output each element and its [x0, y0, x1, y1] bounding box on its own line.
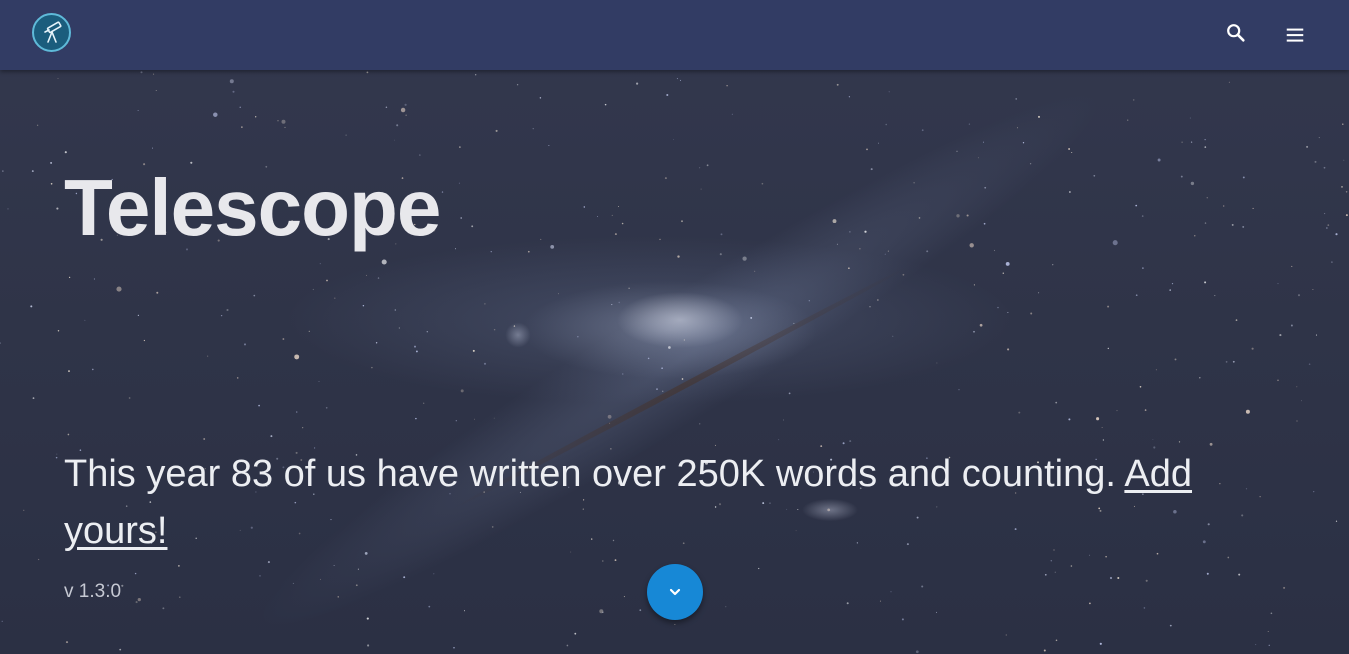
telescope-icon[interactable]: [32, 13, 71, 52]
version-label: v 1.3.0: [64, 581, 122, 602]
tagline-text: This year 83 of us have written over 250…: [64, 453, 1125, 495]
hero-tagline: This year 83 of us have written over 250…: [64, 446, 1294, 560]
page-title: Telescope: [64, 163, 441, 252]
top-app-bar: [0, 0, 1349, 70]
menu-icon[interactable]: [1279, 19, 1311, 51]
search-icon[interactable]: [1220, 17, 1252, 49]
scroll-down-button[interactable]: [647, 564, 703, 620]
chevron-down-icon: [669, 588, 681, 596]
